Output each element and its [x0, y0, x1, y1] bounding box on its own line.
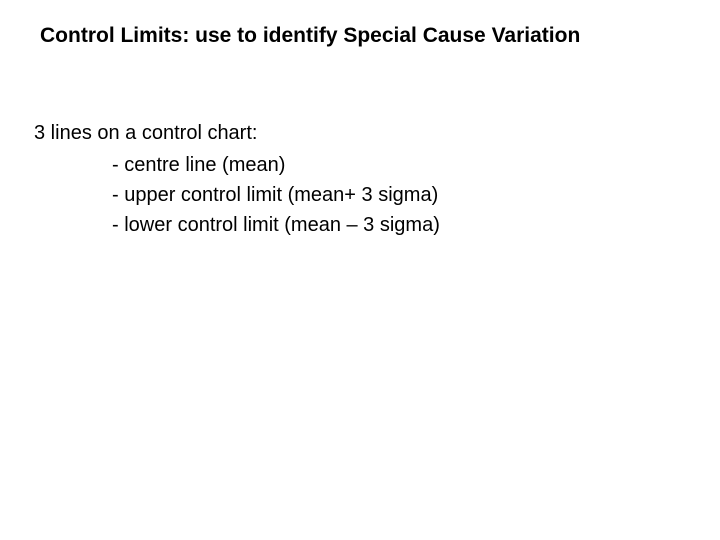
slide-body: 3 lines on a control chart: - centre lin…	[34, 118, 440, 240]
slide-title: Control Limits: use to identify Special …	[40, 24, 580, 48]
bullet-item: - lower control limit (mean – 3 sigma)	[34, 210, 440, 240]
intro-line: 3 lines on a control chart:	[34, 118, 440, 148]
bullet-item: - upper control limit (mean+ 3 sigma)	[34, 180, 440, 210]
bullet-item: - centre line (mean)	[34, 150, 440, 180]
